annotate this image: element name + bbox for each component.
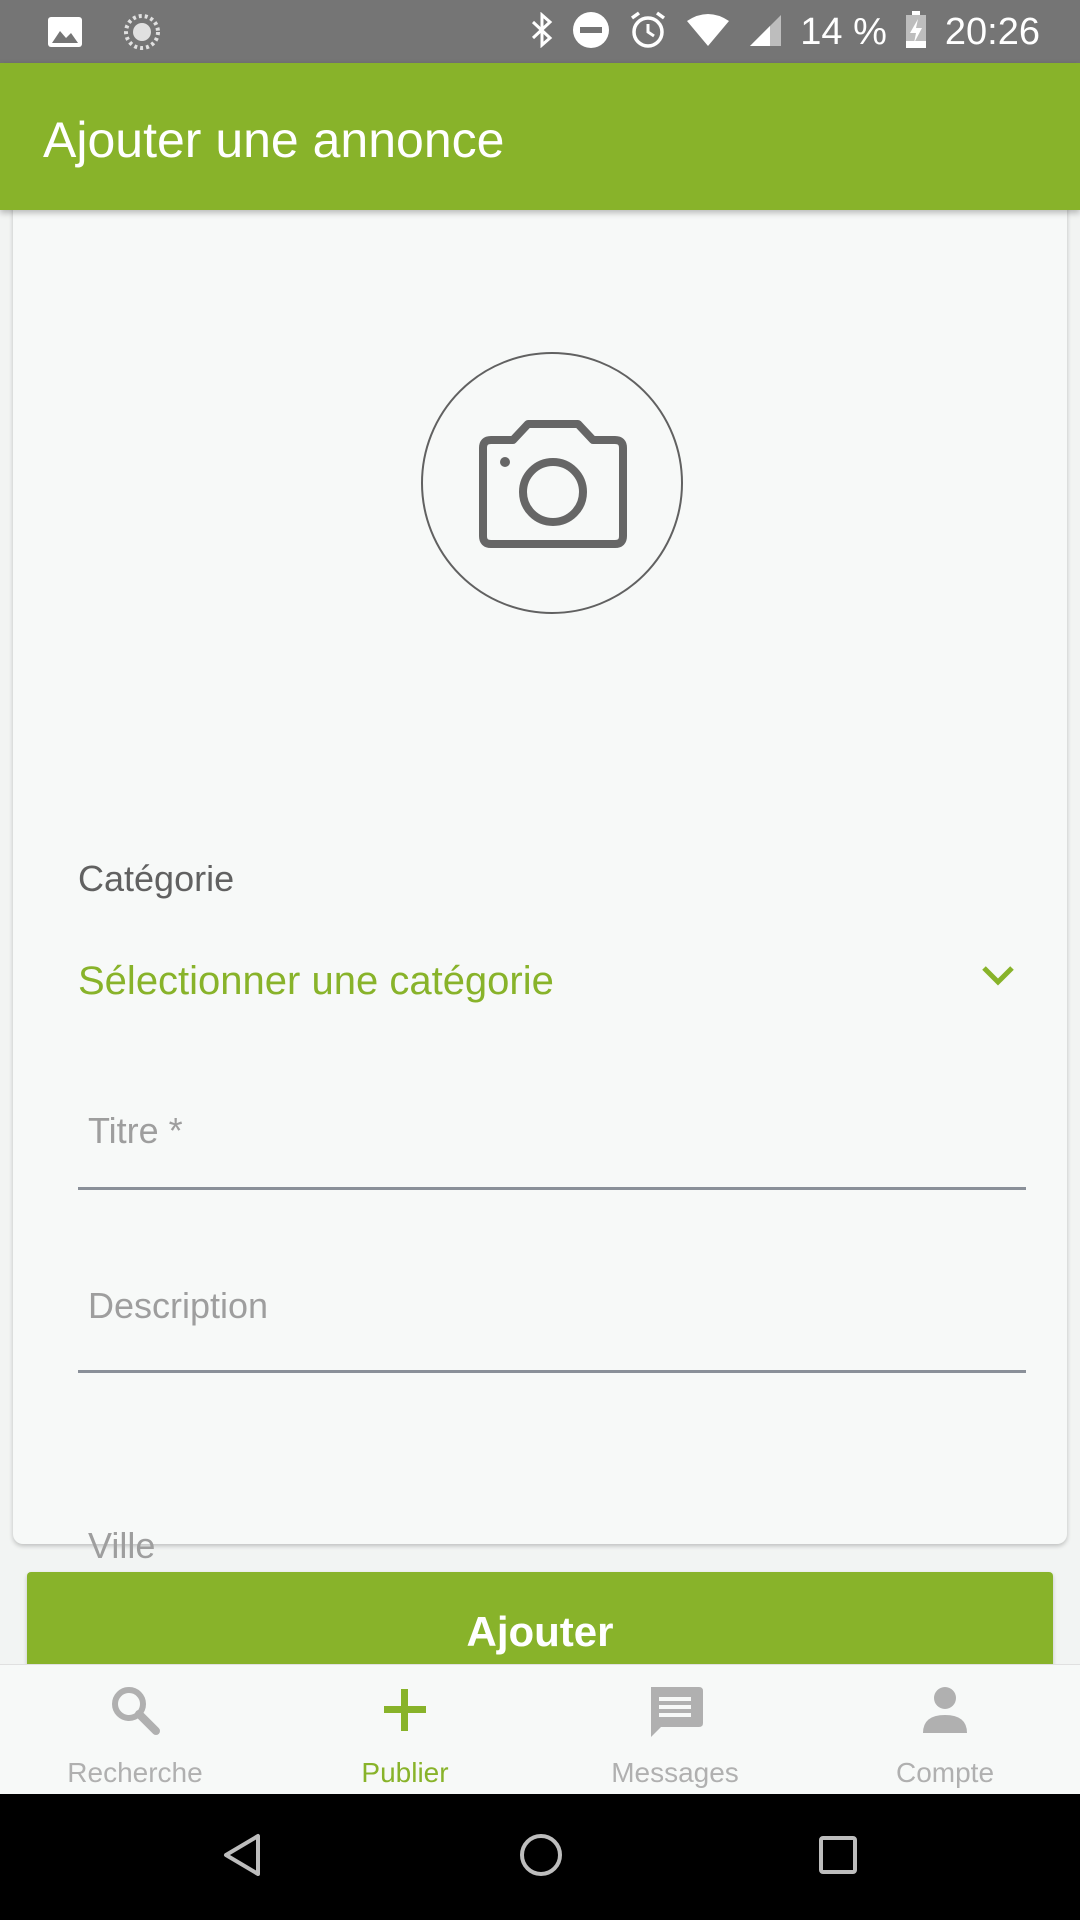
clock: 20:26 [944, 10, 1040, 53]
bottom-navigation: Recherche Publier Messages Compte [0, 1664, 1080, 1795]
overview-icon[interactable] [818, 1832, 858, 1883]
alarm-icon [628, 10, 668, 55]
page-title: Ajouter une annonce [43, 112, 505, 168]
description-field-placeholder: Description [88, 1285, 269, 1326]
nav-item-label: Compte [895, 1757, 995, 1788]
back-icon[interactable] [222, 1832, 262, 1883]
account-icon [918, 1683, 972, 1742]
nav-item-publier[interactable]: Publier [270, 1665, 540, 1795]
city-field-placeholder: Ville [88, 1525, 156, 1566]
nav-item-label: Recherche [67, 1757, 203, 1788]
title-field-placeholder: Titre * [88, 1110, 183, 1151]
battery-charging-icon [905, 10, 927, 54]
message-icon [645, 1683, 705, 1748]
battery-percentage: 14 % [800, 10, 887, 53]
bluetooth-icon [530, 11, 554, 53]
nav-item-recherche[interactable]: Recherche [0, 1665, 270, 1795]
category-label: Catégorie [78, 858, 235, 899]
add-photo-button[interactable] [421, 352, 683, 614]
do-not-disturb-icon [572, 11, 610, 54]
cellular-signal-icon [748, 13, 782, 52]
app-bar: Ajouter une annonce [0, 63, 1080, 210]
system-navigation-bar [0, 1794, 1080, 1920]
description-field[interactable]: Description [78, 1285, 1026, 1373]
wifi-icon [686, 13, 730, 52]
category-select-value: Sélectionner une catégorie [78, 959, 554, 1003]
nav-item-compte[interactable]: Compte [810, 1665, 1080, 1795]
nav-item-messages[interactable]: Messages [540, 1665, 810, 1795]
status-bar: 14 % 20:26 [0, 0, 1080, 63]
chevron-down-icon [980, 963, 1016, 992]
home-icon[interactable] [518, 1832, 564, 1883]
form-card: Catégorie Sélectionner une catégorie Tit… [13, 180, 1067, 1588]
category-select[interactable]: Sélectionner une catégorie [78, 955, 1026, 1011]
sync-notification-icon [124, 14, 160, 55]
image-notification-icon [48, 17, 82, 52]
nav-item-label: Publier [361, 1757, 449, 1788]
search-icon [108, 1683, 162, 1742]
title-field[interactable]: Titre * [78, 1110, 1026, 1190]
plus-icon [378, 1683, 432, 1742]
camera-icon [479, 420, 627, 548]
nav-item-label: Messages [611, 1757, 739, 1788]
